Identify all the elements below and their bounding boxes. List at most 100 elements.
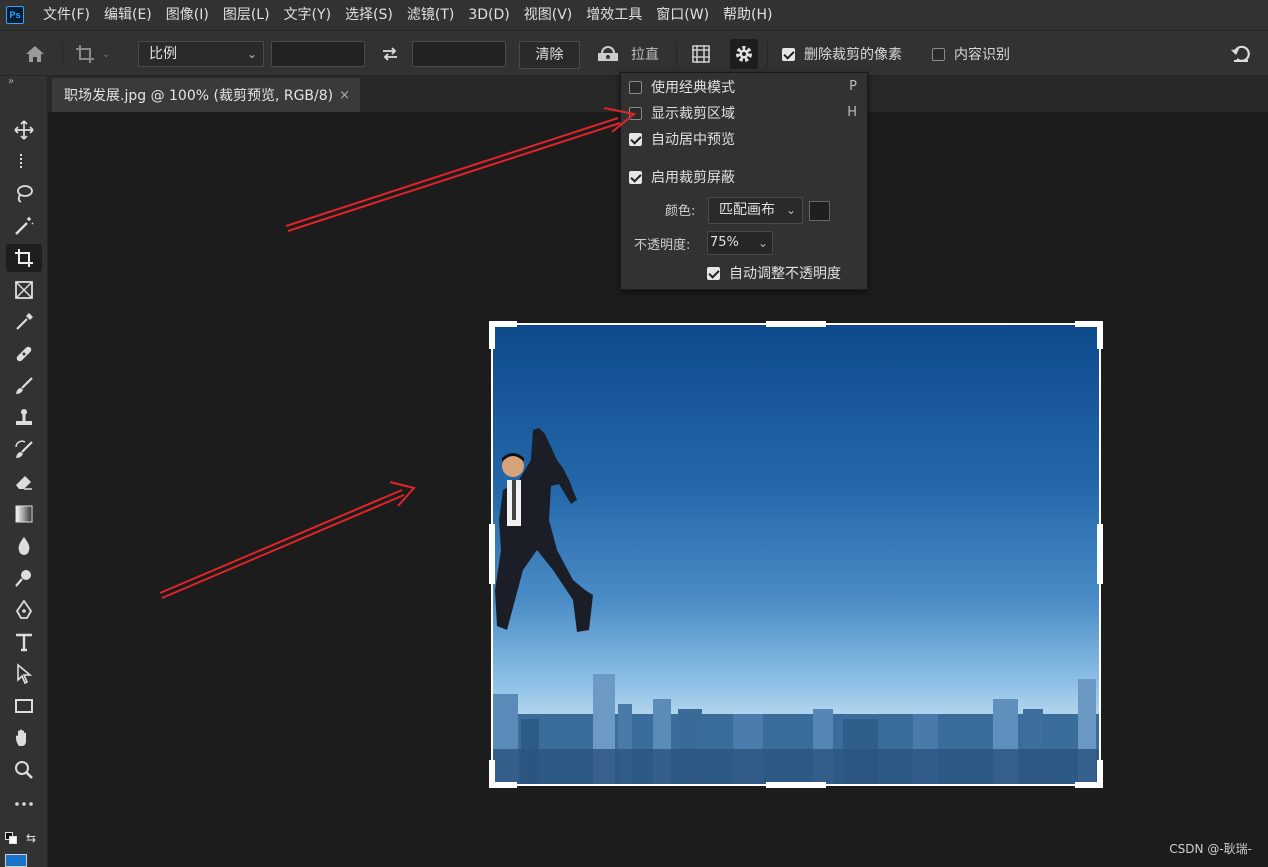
auto-adjust-opacity-option[interactable]: 自动调整不透明度 (707, 262, 841, 284)
lasso-tool-icon[interactable] (6, 180, 42, 208)
watermark: CSDN @-耿瑞- (1169, 842, 1252, 856)
default-colors-icon[interactable] (5, 832, 19, 846)
swap-dimensions-icon[interactable] (378, 31, 402, 77)
eraser-tool-icon[interactable] (6, 468, 42, 496)
straighten-label[interactable]: 拉直 (631, 31, 659, 77)
enable-crop-shield-checkbox[interactable] (629, 170, 642, 184)
crop-height-input[interactable] (412, 41, 506, 67)
document-tab-title: 职场发展.jpg @ 100% (裁剪预览, RGB/8) (64, 88, 334, 104)
show-cropped-area-shortcut: H (847, 105, 857, 120)
show-cropped-area-checkbox[interactable] (629, 106, 642, 120)
frame-tool-icon[interactable] (6, 276, 42, 304)
hand-tool-icon[interactable] (6, 724, 42, 752)
reset-icon[interactable] (1230, 31, 1258, 77)
chevron-down-icon: ⌄ (757, 236, 768, 250)
move-tool-icon[interactable] (6, 116, 42, 144)
straighten-icon[interactable] (596, 31, 626, 77)
delete-cropped-pixels-option[interactable]: 删除裁剪的像素 (782, 31, 902, 77)
classic-mode-label: 使用经典模式 (651, 80, 735, 96)
brush-tool-icon[interactable] (6, 372, 42, 400)
zoom-tool-icon[interactable] (6, 756, 42, 784)
delete-cropped-label: 删除裁剪的像素 (804, 47, 902, 63)
crop-handle-bottom-right-vertical[interactable] (1097, 760, 1103, 788)
crop-width-input[interactable] (271, 41, 365, 67)
crop-settings-gear-icon[interactable] (730, 39, 758, 69)
crop-settings-panel: 使用经典模式 P 显示裁剪区域 H 自动居中预览 启用裁剪屏蔽 颜色: 匹配画布… (620, 72, 868, 290)
overlay-grid-icon[interactable] (690, 31, 716, 77)
crop-preset-picker[interactable]: ⌄ (74, 31, 122, 77)
show-cropped-area-option[interactable]: 显示裁剪区域 (629, 102, 735, 124)
content-aware-option[interactable]: 内容识别 (932, 31, 1010, 77)
type-tool-icon[interactable] (6, 628, 42, 656)
clone-stamp-tool-icon[interactable] (6, 404, 42, 432)
delete-cropped-checkbox[interactable] (782, 47, 795, 61)
close-tab-icon[interactable]: × (339, 88, 350, 103)
crop-handle-bottom-left[interactable] (489, 782, 517, 788)
crop-handle-left[interactable] (489, 524, 495, 584)
classic-mode-checkbox[interactable] (629, 80, 642, 94)
pen-tool-icon[interactable] (6, 596, 42, 624)
classic-mode-option[interactable]: 使用经典模式 (629, 76, 735, 98)
auto-center-preview-checkbox[interactable] (629, 132, 642, 146)
options-bar: ⌄ 比例 ⌄ 清除 拉直 删除裁剪的像素 内容识别 (0, 30, 1268, 76)
menu-layer[interactable]: 图层(L) (216, 0, 277, 30)
shield-color-select[interactable]: 匹配画布 ⌄ (708, 197, 803, 224)
expand-panel-icon[interactable]: » (8, 76, 14, 87)
swap-colors-icon[interactable]: ⇆ (26, 831, 36, 845)
menu-view[interactable]: 视图(V) (517, 0, 580, 30)
enable-crop-shield-option[interactable]: 启用裁剪屏蔽 (629, 166, 735, 188)
gradient-tool-icon[interactable] (6, 500, 42, 528)
crop-tool-icon[interactable] (6, 244, 42, 272)
shield-opacity-label: 不透明度: (634, 238, 691, 253)
menu-edit[interactable]: 编辑(E) (97, 0, 159, 30)
document-tab[interactable]: 职场发展.jpg @ 100% (裁剪预览, RGB/8) × (52, 78, 360, 112)
blur-tool-icon[interactable] (6, 532, 42, 560)
auto-adjust-opacity-checkbox[interactable] (707, 266, 720, 280)
history-brush-tool-icon[interactable] (6, 436, 42, 464)
menu-filter[interactable]: 滤镜(T) (400, 0, 461, 30)
rectangle-tool-icon[interactable] (6, 692, 42, 720)
crop-handle-bottom[interactable] (766, 782, 826, 788)
clear-button[interactable]: 清除 (519, 41, 580, 69)
dodge-tool-icon[interactable] (6, 564, 42, 592)
shield-opacity-input[interactable]: 75% ⌄ (707, 231, 773, 255)
auto-adjust-opacity-label: 自动调整不透明度 (729, 266, 841, 282)
menu-3d[interactable]: 3D(D) (461, 0, 516, 30)
magic-wand-tool-icon[interactable] (6, 212, 42, 240)
menu-image[interactable]: 图像(I) (159, 0, 216, 30)
photoshop-logo: Ps (6, 6, 24, 24)
shield-color-swatch[interactable] (809, 201, 830, 221)
menu-bar: Ps 文件(F) 编辑(E) 图像(I) 图层(L) 文字(Y) 选择(S) 滤… (0, 0, 1268, 30)
eyedropper-tool-icon[interactable] (6, 308, 42, 336)
home-icon[interactable] (20, 31, 50, 77)
crop-handle-top-left-vertical[interactable] (489, 321, 495, 349)
foreground-color-swatch[interactable] (5, 854, 27, 867)
path-selection-tool-icon[interactable] (6, 660, 42, 688)
menu-help[interactable]: 帮助(H) (716, 0, 779, 30)
content-aware-checkbox[interactable] (932, 47, 945, 61)
menu-window[interactable]: 窗口(W) (649, 0, 716, 30)
chevron-down-icon: ⌄ (785, 203, 796, 217)
chevron-down-icon: ⌄ (102, 48, 111, 60)
healing-brush-tool-icon[interactable] (6, 340, 42, 368)
crop-bounding-box[interactable] (491, 323, 1101, 786)
shield-color-label: 颜色: (665, 204, 696, 219)
crop-handle-top[interactable] (766, 321, 826, 327)
marquee-tool-icon[interactable] (6, 148, 42, 176)
auto-center-preview-label: 自动居中预览 (651, 132, 735, 148)
crop-handle-right[interactable] (1097, 524, 1103, 584)
chevron-down-icon: ⌄ (246, 47, 257, 61)
ratio-select[interactable]: 比例 ⌄ (138, 41, 264, 67)
menu-file[interactable]: 文件(F) (36, 0, 97, 30)
crop-icon (76, 45, 94, 63)
crop-handle-top-right-vertical[interactable] (1097, 321, 1103, 349)
enable-crop-shield-label: 启用裁剪屏蔽 (651, 170, 735, 186)
classic-mode-shortcut: P (849, 79, 857, 94)
show-cropped-area-label: 显示裁剪区域 (651, 106, 735, 122)
menu-plugins[interactable]: 增效工具 (579, 0, 649, 30)
more-tools-icon[interactable] (6, 790, 42, 818)
menu-select[interactable]: 选择(S) (338, 0, 400, 30)
tools-panel: » ⇆ (0, 76, 48, 867)
menu-type[interactable]: 文字(Y) (277, 0, 338, 30)
auto-center-preview-option[interactable]: 自动居中预览 (629, 128, 735, 150)
